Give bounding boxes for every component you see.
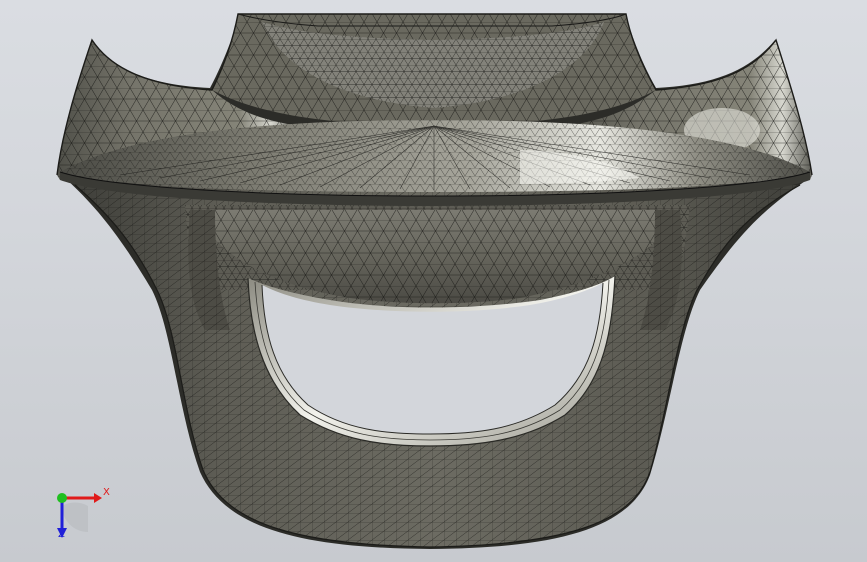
graphics-viewport[interactable]: X Z: [0, 0, 867, 562]
z-axis-label: Z: [58, 529, 65, 540]
reference-triad: X Z: [44, 480, 116, 546]
x-axis-label: X: [103, 487, 110, 498]
mesh-model[interactable]: [0, 0, 867, 562]
